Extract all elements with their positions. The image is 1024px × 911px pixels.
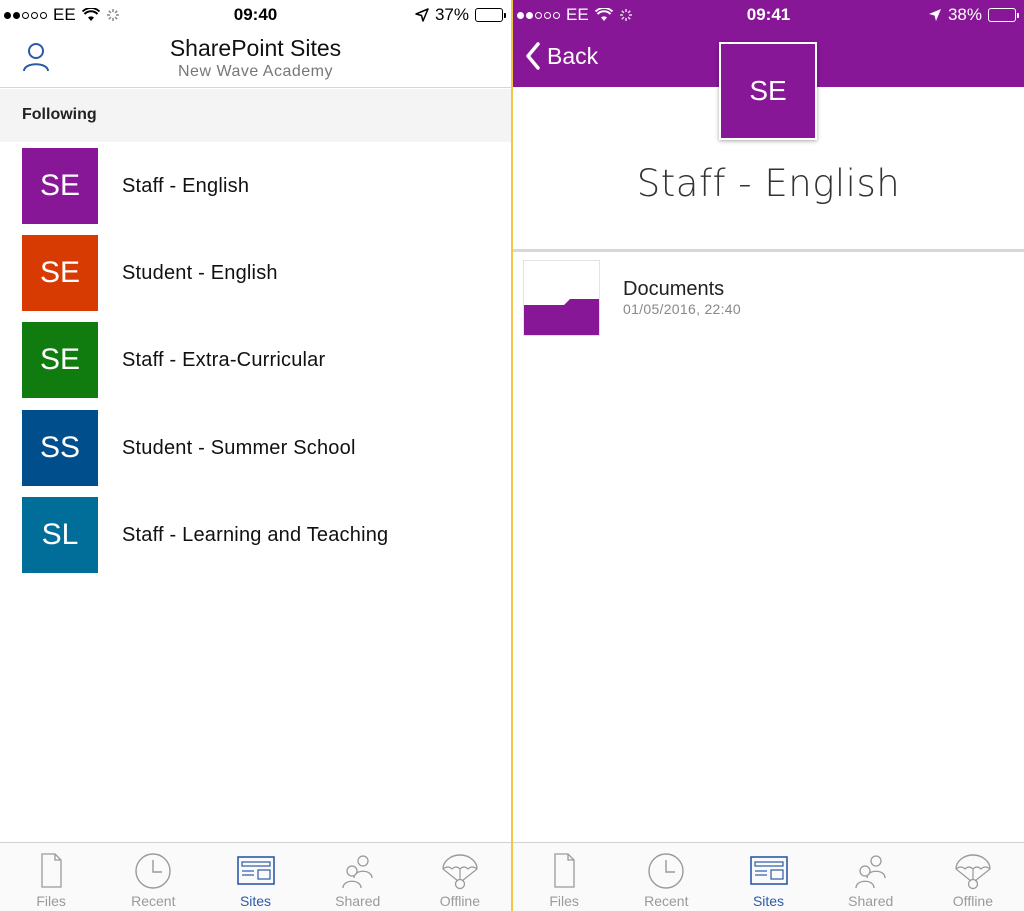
tab-label: Recent — [131, 893, 176, 909]
people-icon — [851, 852, 891, 890]
page-subtitle: New Wave Academy — [177, 63, 333, 80]
chevron-left-icon — [526, 42, 540, 70]
status-bar: EE 09:41 38% — [513, 0, 1024, 28]
tab-label: Files — [549, 893, 579, 909]
library-date: 01/05/2016, 22:40 — [623, 301, 741, 317]
site-tile: SS — [22, 410, 98, 486]
file-icon — [31, 852, 71, 890]
battery-percent: 38% — [947, 5, 982, 24]
tab-offline[interactable]: Offline — [409, 843, 511, 911]
location-arrow-icon — [415, 8, 429, 22]
site-logo-tile: SE — [719, 42, 817, 140]
tab-sites[interactable]: Sites — [717, 843, 819, 911]
site-item[interactable]: SE Staff - Extra-Curricular — [0, 322, 511, 400]
site-detail-screen: EE 09:41 38% Back SE Staff - English Doc… — [513, 0, 1024, 911]
battery-icon — [475, 8, 506, 22]
tab-label: Offline — [952, 893, 994, 909]
battery-icon — [988, 8, 1019, 22]
clock-icon — [646, 852, 686, 890]
site-name: Student - English — [122, 262, 278, 284]
tab-label: Offline — [439, 893, 481, 909]
library-name: Documents — [623, 278, 725, 300]
sites-icon — [236, 852, 276, 890]
tab-shared[interactable]: Shared — [820, 843, 922, 911]
site-name: Student - Summer School — [122, 437, 356, 459]
page-title: SharePoint Sites — [169, 35, 342, 61]
clock-icon — [133, 852, 173, 890]
parachute-icon — [440, 852, 480, 890]
tab-bar: Files Recent Sites Shared Offline — [513, 842, 1024, 911]
site-tile: SL — [22, 497, 98, 573]
site-tile: SE — [22, 322, 98, 398]
tab-shared[interactable]: Shared — [307, 843, 409, 911]
battery-percent: 37% — [434, 5, 469, 24]
site-name: Staff - English — [122, 175, 250, 197]
back-label: Back — [547, 42, 599, 69]
tab-label: Sites — [239, 893, 272, 909]
section-label: Following — [22, 106, 97, 123]
sites-list-screen: EE 09:40 37% SharePoint Sites New Wave A… — [0, 0, 511, 911]
tab-files[interactable]: Files — [0, 843, 102, 911]
nav-header: SharePoint Sites New Wave Academy — [0, 28, 511, 88]
site-tile: SE — [22, 235, 98, 311]
back-button[interactable]: Back — [525, 42, 598, 70]
location-arrow-icon — [928, 9, 941, 21]
site-name: Staff - Extra-Curricular — [122, 349, 326, 371]
parachute-icon — [953, 852, 993, 890]
tab-sites[interactable]: Sites — [204, 843, 306, 911]
tab-recent[interactable]: Recent — [615, 843, 717, 911]
status-bar: EE 09:40 37% — [0, 0, 511, 28]
tab-label: Shared — [848, 893, 894, 909]
library-item-documents[interactable]: Documents 01/05/2016, 22:40 — [513, 260, 1024, 338]
tab-label: Sites — [752, 893, 785, 909]
tab-label: Shared — [335, 893, 381, 909]
tab-bar: Files Recent Sites Shared Offline — [0, 842, 511, 911]
tab-recent[interactable]: Recent — [102, 843, 204, 911]
sites-icon — [749, 852, 789, 890]
site-name: Staff - Learning and Teaching — [122, 524, 389, 546]
site-item[interactable]: SE Student - English — [0, 235, 511, 313]
site-item[interactable]: SL Staff - Learning and Teaching — [0, 497, 511, 575]
divider — [513, 249, 1024, 252]
people-icon — [338, 852, 378, 890]
site-item[interactable]: SS Student - Summer School — [0, 410, 511, 488]
tab-offline[interactable]: Offline — [922, 843, 1024, 911]
site-tile: SE — [22, 148, 98, 224]
file-icon — [544, 852, 584, 890]
site-item[interactable]: SE Staff - English — [0, 148, 511, 226]
site-title: Staff - English — [636, 162, 901, 205]
section-header-following: Following — [0, 89, 511, 142]
tab-files[interactable]: Files — [513, 843, 615, 911]
folder-thumbnail-icon — [523, 260, 600, 336]
tab-label: Files — [36, 893, 66, 909]
tab-label: Recent — [644, 893, 689, 909]
